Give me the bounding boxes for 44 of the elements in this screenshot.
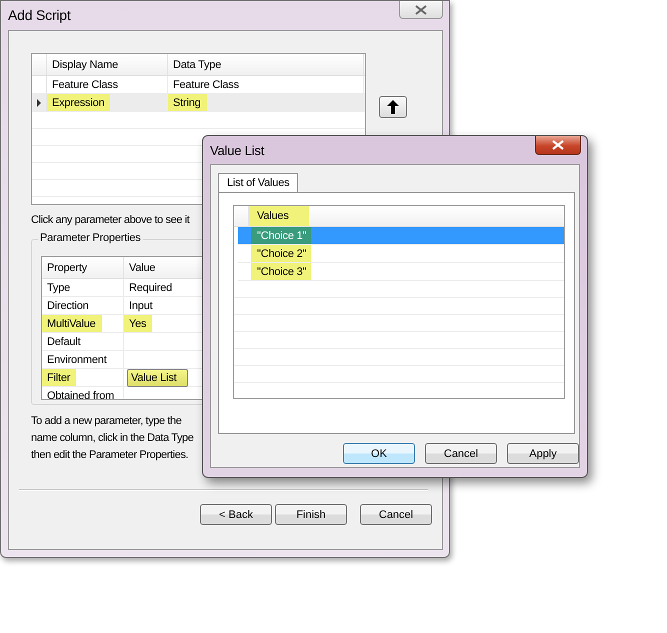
- column-header[interactable]: Display Name: [47, 54, 168, 75]
- window-title: Add Script: [7, 6, 71, 23]
- property-cell-text: Default: [46, 334, 82, 350]
- close-button[interactable]: [399, 1, 443, 19]
- instruction-text: then edit the Parameter Properties.: [31, 449, 188, 463]
- tab[interactable]: List of Values: [218, 173, 298, 192]
- property-cell: MultiValue: [42, 315, 102, 332]
- value-cell: "Choice 3": [251, 263, 311, 280]
- property-cell: Filter: [42, 369, 76, 386]
- table-cell-text: Feature Class: [51, 78, 119, 92]
- filter-dropdown[interactable]: Value List: [127, 369, 188, 387]
- up-arrow-icon: [387, 100, 399, 114]
- hint-text: Click any parameter above to see it: [31, 214, 190, 228]
- table-cell-text: Feature Class: [172, 78, 240, 92]
- dialog-button[interactable]: Finish: [275, 504, 347, 525]
- instruction-text: To add a new parameter, type the: [31, 415, 182, 429]
- move-up-button[interactable]: [379, 96, 407, 118]
- window-title: Value List: [209, 142, 264, 158]
- column-header[interactable]: Property: [42, 257, 124, 278]
- dialog-button[interactable]: Cancel: [425, 443, 497, 464]
- table-row[interactable]: Expression String: [32, 94, 365, 112]
- close-icon: [552, 140, 564, 150]
- close-icon: [415, 4, 427, 14]
- list-row[interactable]: "Choice 2": [238, 245, 564, 263]
- dialog-button[interactable]: < Back: [200, 504, 272, 525]
- group-title: Parameter Properties: [38, 232, 143, 244]
- value-cell: "Choice 2": [251, 245, 311, 262]
- column-header[interactable]: Values: [249, 206, 309, 226]
- dialog-button[interactable]: Cancel: [360, 504, 432, 525]
- dialog-button[interactable]: OK: [343, 443, 415, 464]
- property-cell-text: Type: [46, 280, 72, 296]
- table-cell: String: [168, 94, 207, 111]
- property-cell-text: Environment: [46, 352, 108, 368]
- property-cell-text: Direction: [46, 298, 90, 314]
- value-cell: Yes: [124, 315, 152, 332]
- instruction-text: name column, click in the Data Type: [31, 432, 194, 446]
- column-header[interactable]: Data Type: [168, 54, 364, 75]
- value-cell-text: Required: [128, 280, 174, 296]
- value-cell: "Choice 1": [251, 227, 311, 244]
- table-cell: Expression: [47, 94, 110, 111]
- dialog-button[interactable]: Apply: [507, 443, 579, 464]
- property-cell-text: Obtained from: [46, 388, 116, 399]
- close-button[interactable]: [535, 136, 581, 155]
- value-cell-text: Input: [128, 298, 154, 314]
